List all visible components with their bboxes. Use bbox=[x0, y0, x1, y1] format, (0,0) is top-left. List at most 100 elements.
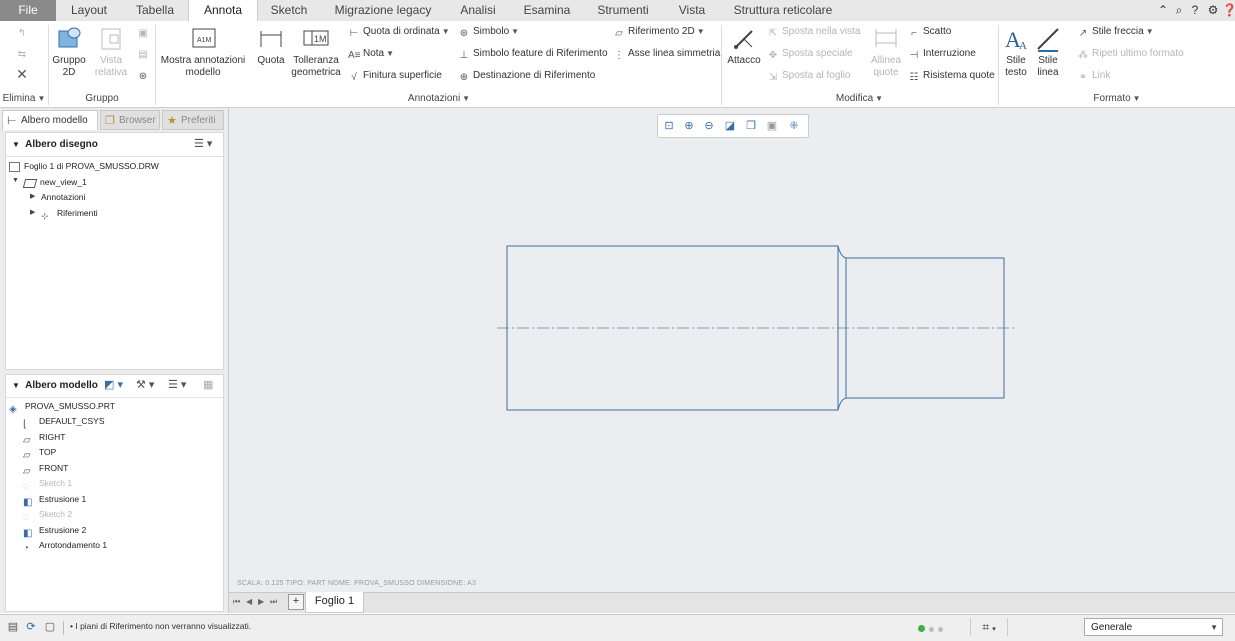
datum-display-icon[interactable]: ⁜ bbox=[786, 118, 802, 134]
display-style-icon[interactable]: ❒ bbox=[743, 118, 759, 134]
group-tool-icon-2[interactable]: ▤ bbox=[137, 46, 152, 60]
allinea-quote-button[interactable]: Allinea quote bbox=[866, 25, 906, 79]
tree-settings-icon[interactable]: ☰ ▾ bbox=[168, 378, 186, 391]
tree-row-estrusione-1[interactable]: ◧ Estrusione 1 bbox=[23, 492, 86, 508]
saved-views-icon[interactable]: ▣ bbox=[764, 118, 780, 134]
drawing-view[interactable] bbox=[229, 108, 1235, 592]
tab-migrazione-legacy[interactable]: Migrazione legacy bbox=[321, 0, 445, 21]
tab-vista[interactable]: Vista bbox=[663, 0, 721, 21]
sheet-tab[interactable]: Foglio 1 bbox=[305, 592, 364, 613]
tree-row-annotations[interactable]: Annotazioni bbox=[41, 190, 85, 204]
add-sheet-button[interactable]: + bbox=[288, 594, 304, 610]
tab-esamina[interactable]: Esamina bbox=[511, 0, 583, 21]
tab-strumenti[interactable]: Strumenti bbox=[583, 0, 663, 21]
prev-sheet-icon[interactable]: ◀ bbox=[246, 597, 252, 606]
help-circle-icon[interactable]: ❓ bbox=[1222, 3, 1235, 17]
finitura-button[interactable]: √ Finitura superficie bbox=[348, 69, 442, 83]
browser-toggle-icon[interactable]: ⟳ bbox=[24, 620, 38, 634]
regen-status-icon[interactable] bbox=[918, 624, 943, 635]
tab-annota[interactable]: Annota bbox=[188, 0, 258, 22]
tab-browser[interactable]: ❐ Browser bbox=[100, 110, 160, 130]
vista-relativa-button[interactable]: Vista relativa bbox=[88, 25, 134, 79]
drawing-tree-header[interactable]: ▼ Albero disegno bbox=[12, 136, 98, 154]
tree-row-top[interactable]: ▱ TOP bbox=[23, 445, 56, 461]
settings-icon[interactable]: ⚙ bbox=[1206, 3, 1220, 17]
group-formato-label[interactable]: Formato ▼ bbox=[999, 92, 1235, 106]
simbolo-feature-button[interactable]: ⊥ Simbolo feature di Riferimento bbox=[458, 47, 608, 61]
tab-file[interactable]: File bbox=[0, 0, 56, 21]
tree-row-arrotondamento-1[interactable]: ◔ Arrotondamento 1 bbox=[23, 538, 107, 554]
collapse-icon[interactable]: ▶ bbox=[30, 192, 35, 200]
tree-row-part[interactable]: ◈ PROVA_SMUSSO.PRT bbox=[9, 399, 115, 415]
destinazione-button[interactable]: ⊕ Destinazione di Riferimento bbox=[458, 69, 595, 83]
sposta-vista-button[interactable]: ⇱ Sposta nella vista bbox=[767, 25, 861, 39]
tree-row-right[interactable]: ▱ RIGHT bbox=[23, 430, 65, 446]
zoom-out-icon[interactable]: ⊖ bbox=[701, 118, 717, 134]
help-icon[interactable]: ? bbox=[1188, 3, 1202, 17]
tab-struttura-reticolare[interactable]: Struttura reticolare bbox=[721, 0, 845, 21]
columns-icon[interactable]: ▦ bbox=[203, 378, 213, 391]
interruzione-button[interactable]: ⊣ Interruzione bbox=[908, 47, 976, 61]
model-tree-header[interactable]: ▼ Albero modello bbox=[12, 377, 98, 395]
tree-row-sketch-1[interactable]: ◌ Sketch 1 bbox=[23, 476, 72, 492]
tree-row-sketch-2[interactable]: ◌ Sketch 2 bbox=[23, 507, 72, 523]
show-icon[interactable]: ◩ ▾ bbox=[104, 378, 123, 391]
last-sheet-icon[interactable]: ⏭ bbox=[270, 597, 277, 607]
tab-preferiti[interactable]: ★ Preferiti bbox=[162, 110, 224, 130]
zoom-in-icon[interactable]: ⊕ bbox=[681, 118, 697, 134]
tree-row-csys[interactable]: ⌊ DEFAULT_CSYS bbox=[23, 414, 105, 430]
next-sheet-icon[interactable]: ▶ bbox=[258, 597, 264, 606]
tree-row-sheet[interactable]: Foglio 1 di PROVA_SMUSSO.DRW bbox=[9, 159, 159, 173]
refit-icon[interactable]: ⊡ bbox=[661, 118, 677, 134]
sposta-foglio-button[interactable]: ⇲ Sposta al foglio bbox=[767, 69, 851, 83]
quota-ordinata-button[interactable]: ⊢ Quota di ordinata ▼ bbox=[348, 25, 450, 39]
first-sheet-icon[interactable]: ⏮ bbox=[233, 597, 240, 607]
link-button[interactable]: ⚭ Link bbox=[1077, 69, 1111, 83]
stile-freccia-button[interactable]: ↗ Stile freccia ▼ bbox=[1077, 25, 1154, 39]
tree-row-view[interactable]: new_view_1 bbox=[22, 175, 87, 189]
select-icon[interactable]: ↰ bbox=[16, 25, 31, 39]
risistema-button[interactable]: ☷ Risistema quote bbox=[908, 69, 995, 83]
chevron-up-icon[interactable]: ⌃ bbox=[1156, 3, 1170, 17]
riferimento-2d-button[interactable]: ▱ Riferimento 2D ▼ bbox=[613, 25, 704, 39]
sposta-speciale-button[interactable]: ✥ Sposta speciale bbox=[767, 47, 853, 61]
tree-row-estrusione-2[interactable]: ◧ Estrusione 2 bbox=[23, 523, 86, 539]
simbolo-button[interactable]: ⊛ Simbolo ▼ bbox=[458, 25, 519, 39]
group-annotazioni-label[interactable]: Annotazioni ▼ bbox=[158, 92, 720, 106]
tab-sketch[interactable]: Sketch bbox=[257, 0, 321, 21]
find-icon[interactable]: ⌗ ▾ bbox=[970, 618, 1008, 636]
tree-row-references[interactable]: ⊹ Riferimenti bbox=[41, 206, 98, 221]
quota-button[interactable]: Quota bbox=[252, 25, 290, 67]
tab-albero-modello[interactable]: ⊢ Albero modello bbox=[2, 110, 98, 130]
attacco-button[interactable]: Attacco bbox=[724, 25, 764, 67]
repaint-icon[interactable]: ◪ bbox=[722, 118, 738, 134]
fullscreen-icon[interactable]: ▢ bbox=[43, 620, 57, 634]
tolleranza-button[interactable]: 1M Tolleranza geometrica bbox=[290, 25, 342, 79]
gruppo-2d-button[interactable]: Gruppo 2D bbox=[50, 25, 88, 79]
tab-tabella[interactable]: Tabella bbox=[122, 0, 188, 21]
collapse-icon[interactable]: ▶ bbox=[30, 208, 35, 216]
select-chain-icon[interactable]: ⇆ bbox=[16, 46, 31, 60]
scatto-button[interactable]: ⌐ Scatto bbox=[908, 25, 951, 39]
group-modifica-label[interactable]: Modifica ▼ bbox=[722, 92, 997, 106]
selection-filter[interactable]: Generale ▼ bbox=[1084, 618, 1223, 636]
navigator-toggle-icon[interactable]: ▤ bbox=[6, 620, 20, 634]
ripeti-formato-button[interactable]: ⁂ Ripeti ultimo formato bbox=[1077, 47, 1184, 61]
stile-linea-button[interactable]: Stile linea bbox=[1032, 25, 1064, 79]
stile-testo-button[interactable]: AA Stile testo bbox=[1000, 25, 1032, 79]
tree-settings-icon[interactable]: ☰ ▾ bbox=[194, 137, 212, 150]
group-elimina-label[interactable]: Elimina ▼ bbox=[0, 92, 48, 106]
asse-linea-button[interactable]: ⋮ Asse linea simmetria bbox=[613, 47, 720, 61]
group-tool-icon-1[interactable]: ▣ bbox=[137, 25, 152, 39]
tree-row-front[interactable]: ▱ FRONT bbox=[23, 461, 68, 477]
tree-filter-icon[interactable]: ⚒ ▾ bbox=[136, 378, 154, 391]
group-tool-icon-3[interactable]: ⊛ bbox=[137, 68, 152, 82]
delete-icon[interactable]: ✕ bbox=[16, 67, 31, 82]
tab-layout[interactable]: Layout bbox=[56, 0, 122, 21]
tab-analisi[interactable]: Analisi bbox=[445, 0, 511, 21]
search-icon[interactable]: ⌕ bbox=[1172, 3, 1186, 17]
nota-button[interactable]: A≡ Nota ▼ bbox=[348, 47, 394, 61]
expand-icon[interactable]: ▼ bbox=[12, 177, 19, 184]
drawing-canvas[interactable] bbox=[229, 108, 1235, 592]
mostra-annotazioni-button[interactable]: A1M Mostra annotazioni modello bbox=[158, 25, 248, 79]
